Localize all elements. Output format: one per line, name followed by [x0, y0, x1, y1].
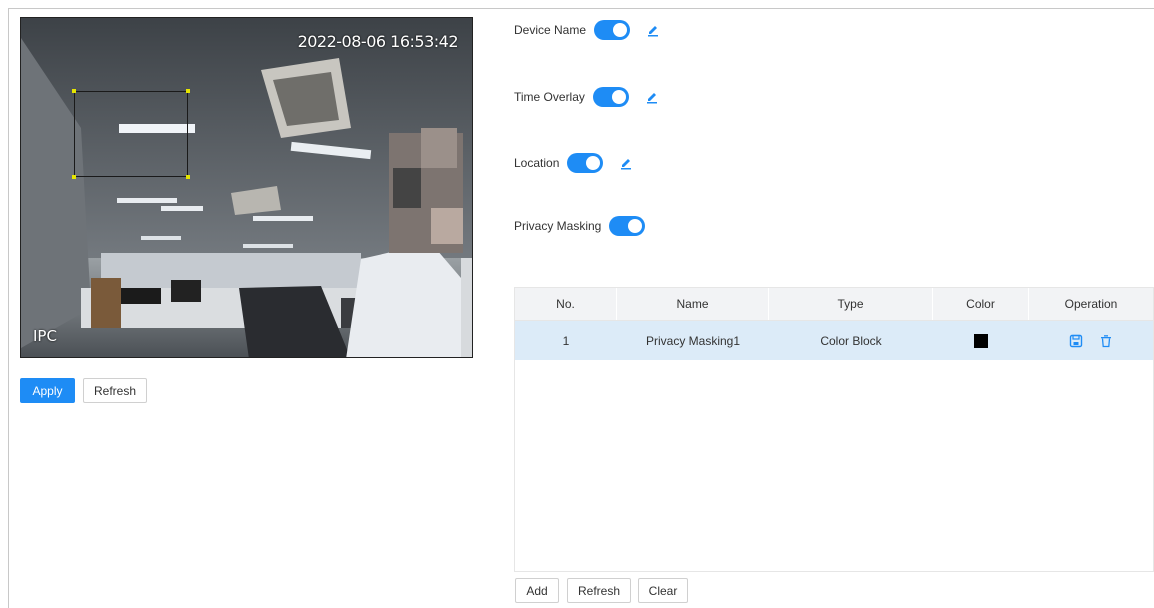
add-button[interactable]: Add	[515, 578, 559, 603]
pencil-icon[interactable]	[619, 156, 633, 170]
save-icon[interactable]	[1069, 334, 1083, 348]
column-header-operation: Operation	[1064, 297, 1118, 311]
privacy-masking-option: Privacy Masking	[514, 216, 646, 236]
device-name-label: Device Name	[514, 23, 587, 37]
mask-resize-handle[interactable]	[186, 175, 190, 179]
row-type: Color Block	[820, 333, 882, 348]
trash-icon[interactable]	[1099, 334, 1113, 348]
video-preview[interactable]: 2022-08-06 16:53:42 IPC	[20, 17, 473, 358]
time-overlay-text[interactable]: 2022-08-06 16:53:42	[298, 32, 459, 51]
time-overlay-toggle[interactable]	[592, 87, 629, 107]
privacy-masking-label: Privacy Masking	[514, 219, 602, 233]
color-swatch[interactable]	[974, 333, 988, 348]
pencil-icon[interactable]	[646, 23, 660, 37]
location-label: Location	[514, 156, 560, 170]
device-name-overlay-text[interactable]: IPC	[33, 327, 57, 345]
top-divider	[8, 8, 1154, 9]
privacy-masking-toggle[interactable]	[609, 216, 646, 236]
device-name-option: Device Name	[514, 20, 660, 40]
table-header: No. Name Type Color Operation	[515, 288, 1153, 321]
time-overlay-label: Time Overlay	[514, 90, 585, 104]
row-operation	[1029, 321, 1153, 360]
device-name-toggle[interactable]	[594, 20, 631, 40]
privacy-mask-table: No. Name Type Color Operation 1 Privacy …	[514, 287, 1154, 572]
time-overlay-option: Time Overlay	[514, 87, 659, 107]
table-row[interactable]: 1 Privacy Masking1 Color Block	[515, 321, 1153, 360]
refresh-button[interactable]: Refresh	[83, 378, 147, 403]
clear-button[interactable]: Clear	[638, 578, 688, 603]
row-no: 1	[562, 333, 570, 348]
pencil-icon[interactable]	[645, 90, 659, 104]
mask-resize-handle[interactable]	[186, 89, 190, 93]
table-refresh-button[interactable]: Refresh	[567, 578, 631, 603]
privacy-mask-region[interactable]	[74, 91, 188, 177]
left-divider	[8, 8, 9, 608]
row-color	[933, 321, 1029, 360]
column-header-name: Name	[617, 288, 769, 320]
column-header-type: Type	[769, 288, 933, 320]
camera-scene	[21, 18, 472, 357]
mask-resize-handle[interactable]	[72, 89, 76, 93]
mask-resize-handle[interactable]	[72, 175, 76, 179]
location-toggle[interactable]	[567, 153, 604, 173]
column-header-no: No.	[515, 288, 617, 320]
apply-button[interactable]: Apply	[20, 378, 75, 403]
row-name: Privacy Masking1	[645, 333, 741, 348]
location-option: Location	[514, 153, 633, 173]
column-header-color: Color	[933, 288, 1029, 320]
